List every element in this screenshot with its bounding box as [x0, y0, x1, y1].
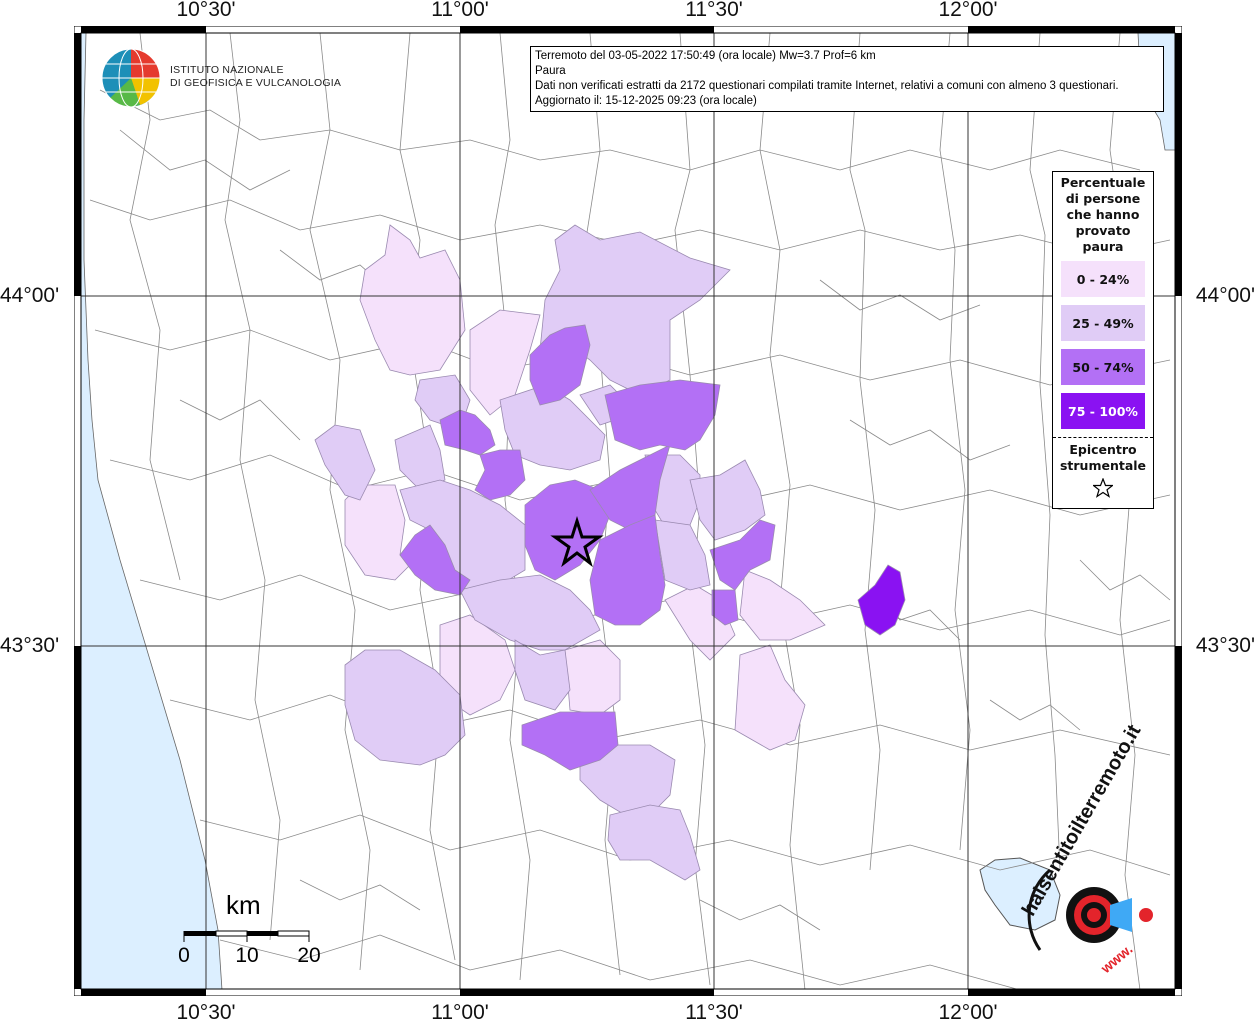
event-summary: Terremoto del 03-05-2022 17:50:49 (ora l…: [535, 50, 876, 62]
lat-tick-right-1: 44°00': [1195, 284, 1255, 307]
updated-at: Aggiornato il: 15-12-2025 09:23 (ora loc…: [535, 95, 757, 107]
legend-epicenter-line: Epicentro: [1069, 442, 1137, 457]
legend-title-line: di persone: [1065, 191, 1141, 206]
legend-epicenter-label: Epicentro strumentale: [1053, 438, 1153, 476]
lon-tick-top-4: 12°00': [938, 0, 998, 21]
legend: Percentuale di persone che hanno provato…: [1052, 171, 1154, 509]
lon-tick-bottom-2: 11°00': [431, 1001, 489, 1024]
legend-title-line: che hanno: [1066, 207, 1140, 222]
legend-item-75-100: 75 - 100%: [1061, 393, 1145, 429]
data-note: Dati non verificati estratti da 2172 que…: [535, 80, 1119, 92]
lat-tick-left-2: 43°30': [0, 634, 60, 657]
legend-item-50-74: 50 - 74%: [1061, 349, 1145, 385]
lon-tick-top-3: 11°30': [685, 0, 743, 21]
lon-tick-bottom-3: 11°30': [685, 1001, 743, 1024]
scale-label-0: 0: [178, 944, 190, 967]
institute-name-line1: ISTITUTO NAZIONALE: [170, 64, 284, 76]
map-parameter: Paura: [535, 65, 566, 77]
scale-unit: km: [226, 890, 261, 920]
scale-label-20: 20: [297, 944, 321, 967]
institute-name: ISTITUTO NAZIONALE DI GEOFISICA E VULCAN…: [170, 64, 341, 90]
map-canvas[interactable]: haisentitoilterremoto.it www.: [73, 25, 1183, 997]
lon-tick-bottom-4: 12°00': [938, 1001, 998, 1024]
lon-tick-top-2: 11°00': [431, 0, 489, 21]
legend-title-line: provato: [1075, 223, 1131, 238]
legend-item-0-24: 0 - 24%: [1061, 261, 1145, 297]
legend-item-25-49: 25 - 49%: [1061, 305, 1145, 341]
legend-epicenter-symbol: [1053, 476, 1153, 508]
legend-title: Percentuale di persone che hanno provato…: [1053, 172, 1153, 257]
map-panel[interactable]: haisentitoilterremoto.it www.: [73, 25, 1183, 997]
legend-epicenter-line: strumentale: [1059, 458, 1147, 473]
legend-title-line: paura: [1082, 239, 1124, 254]
area-0-24: [564, 639, 621, 716]
legend-title-line: Percentuale: [1060, 175, 1146, 190]
lat-tick-right-2: 43°30': [1195, 634, 1255, 657]
scale-label-10: 10: [235, 944, 259, 967]
event-info-box: Terremoto del 03-05-2022 17:50:49 (ora l…: [530, 46, 1164, 112]
lon-tick-top-1: 10°30': [176, 0, 236, 21]
ingv-logo-icon: [101, 48, 161, 108]
lat-tick-left-1: 44°00': [0, 284, 60, 307]
star-icon: [1091, 477, 1115, 498]
institute-name-line2: DI GEOFISICA E VULCANOLOGIA: [170, 77, 342, 89]
lon-tick-bottom-1: 10°30': [176, 1001, 236, 1024]
